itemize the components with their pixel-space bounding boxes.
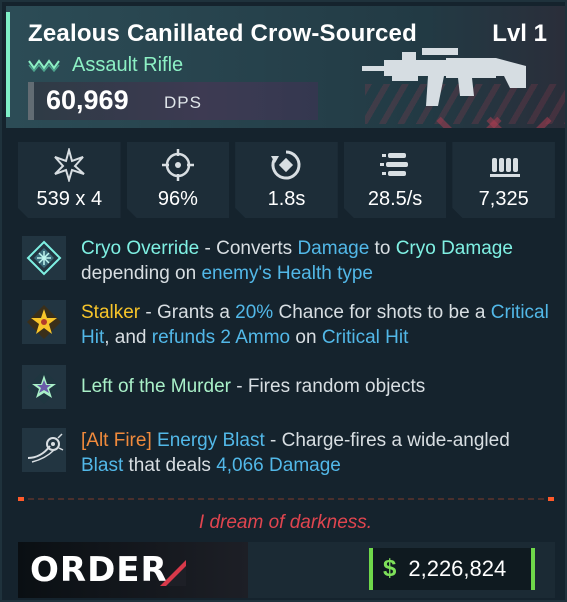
damage-burst-icon (52, 148, 86, 182)
stat-value: 539 x 4 (36, 188, 103, 210)
perk-text-segment: that deals (123, 455, 217, 476)
fire-rate-bullets-icon (378, 148, 412, 182)
item-card: Zealous Canillated Crow-Sourced Lvl 1 As… (0, 0, 567, 602)
perk-text: Cryo Override - Converts Damage to Cryo … (81, 236, 552, 286)
dps-mark (28, 82, 34, 120)
perk-keyword: Damage (297, 238, 370, 259)
perk-alt-fire-tag: [Alt Fire] (81, 430, 152, 451)
stat-reload: 1.8s (235, 142, 338, 218)
stat-accuracy: 96% (127, 142, 230, 218)
perk-keyword: enemy's Health type (201, 263, 374, 284)
dps-unit: DPS (164, 93, 202, 112)
perk-text: Stalker - Grants a 20% Chance for shots … (81, 300, 552, 350)
price-tag: $ 2,226,824 (369, 548, 535, 590)
perk-cryo-override: Cryo Override - Converts Damage to Cryo … (22, 236, 552, 286)
divider-accent (548, 497, 554, 501)
stalker-star-icon (22, 300, 66, 344)
perk-name: Energy Blast (157, 430, 265, 451)
rarity-rail (6, 12, 10, 117)
energy-blast-icon (22, 428, 66, 472)
perk-name: Cryo Override (81, 238, 200, 259)
perk-text-segment: to (369, 238, 396, 259)
stat-damage: 539 x 4 (18, 142, 121, 218)
stat-value: 1.8s (267, 188, 306, 210)
perk-text-segment: - Grants a (140, 302, 236, 323)
perk-left-of-the-murder: Left of the Murder - Fires random object… (22, 365, 552, 409)
perk-energy-blast: [Alt Fire] Energy Blast - Charge-fires a… (22, 428, 552, 478)
murder-star-icon (22, 365, 66, 409)
perk-text-segment: on (290, 327, 322, 348)
magazine-ammo-icon (487, 148, 521, 182)
manufacturer-panel: ORDER (18, 542, 248, 598)
stat-magazine: 7,325 (452, 142, 555, 218)
flavor-text: I dream of darkness. (198, 512, 373, 533)
manufacturer-logo: ORDER (30, 550, 168, 590)
stats-row: 539 x 4 96% 1.8s 28.5/s 7,325 (18, 142, 555, 218)
stat-fire-rate: 28.5/s (344, 142, 447, 218)
price-value: 2,226,824 (408, 556, 507, 581)
perk-keyword: refunds 2 Ammo (151, 327, 291, 348)
perk-keyword: 20% (235, 302, 274, 323)
accuracy-crosshair-icon (161, 148, 195, 182)
assault-rifle-silhouette-icon (362, 48, 526, 106)
currency-icon: $ (383, 555, 397, 582)
perk-text: Left of the Murder - Fires random object… (81, 365, 425, 409)
perk-text-segment: , and (104, 327, 152, 348)
cryo-diamond-icon (22, 236, 66, 280)
dps-value: 60,969 (46, 85, 129, 115)
divider-accent (18, 497, 24, 501)
stat-value: 96% (157, 188, 198, 210)
perk-text-segment: - Fires random objects (230, 376, 426, 397)
perk-name: Stalker (81, 302, 141, 323)
perk-stalker: Stalker - Grants a 20% Chance for shots … (22, 300, 552, 350)
weapon-type: Assault Rifle (72, 53, 184, 76)
perk-keyword: 4,066 Damage (216, 455, 341, 476)
perk-name: Left of the Murder (81, 376, 231, 397)
dps-panel: 60,969 DPS (28, 82, 318, 120)
perk-text-segment: Chance for shots to be a (273, 302, 491, 323)
perk-text-segment: depending on (81, 263, 202, 284)
perk-text: [Alt Fire] Energy Blast - Charge-fires a… (81, 428, 552, 478)
reload-time-icon (269, 148, 303, 182)
assault-rifle-chevrons-icon (28, 59, 60, 72)
order-flag-icon (160, 560, 186, 586)
perk-keyword: Critical Hit (321, 327, 409, 348)
weapon-type-row: Assault Rifle (28, 52, 183, 78)
perk-text-segment: - Converts (199, 238, 298, 259)
stat-value: 28.5/s (367, 188, 423, 210)
stat-value: 7,325 (478, 188, 529, 210)
weapon-name: Zealous Canillated Crow-Sourced (28, 20, 417, 47)
item-footer: ORDER $ 2,226,824 (18, 542, 555, 598)
perk-keyword: Cryo Damage (395, 238, 513, 259)
perk-text-segment: - Charge-fires a wide-angled (264, 430, 510, 451)
item-header: Zealous Canillated Crow-Sourced Lvl 1 As… (6, 6, 565, 128)
perk-keyword: Blast (81, 455, 124, 476)
divider (18, 497, 554, 501)
